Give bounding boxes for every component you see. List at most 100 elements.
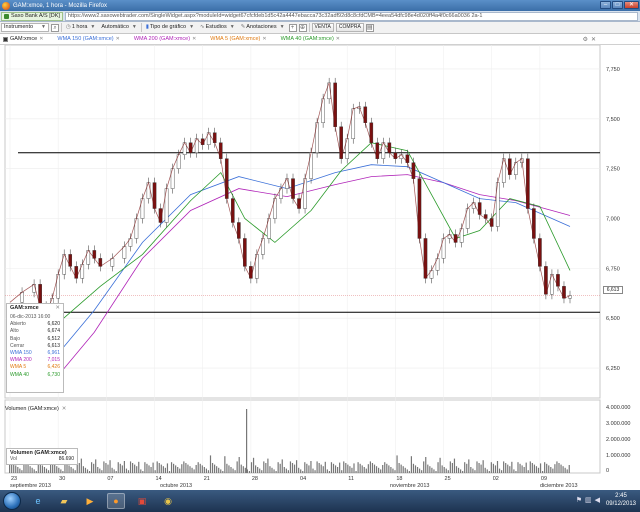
close-icon[interactable]: ✕ [62, 406, 67, 412]
candle-body [20, 292, 24, 303]
volume-bar [261, 470, 263, 473]
start-button[interactable] [3, 492, 21, 510]
volume-bar [556, 461, 558, 473]
volume-bar [103, 461, 105, 473]
site-identity-badge[interactable]: Saxo Bank A/S [DK] [1, 11, 63, 21]
close-icon[interactable]: ✕ [591, 36, 596, 43]
legend-label: WMA 40 (GAM:xmce) [280, 36, 334, 42]
buy-button[interactable]: COMPRA [335, 23, 364, 32]
url-field[interactable]: https://www2.saxowebtrader.com/SingleWid… [64, 11, 638, 21]
info-value: 6,961 [47, 350, 60, 357]
legend-item-wma40[interactable]: WMA 40 (GAM:xmce) ✕ [281, 36, 340, 42]
volume-bar [115, 471, 117, 473]
firefox-icon[interactable]: ● [107, 493, 125, 509]
annotations-select[interactable]: ✎ Anotaciones ▼ [239, 23, 287, 32]
y-tick-label: 6,250 [606, 366, 620, 372]
volume-bar [482, 460, 484, 473]
document-icon[interactable]: ▣ [133, 493, 151, 509]
info-value: 6,426 [47, 364, 60, 371]
info-value: 6,613 [47, 342, 60, 349]
legend-item-price[interactable]: GAM:xmce ✕ [3, 36, 43, 42]
print-icon[interactable]: ▤ [365, 23, 374, 32]
clock[interactable]: 2:45 09/12/2013 [606, 492, 636, 508]
interval-select[interactable]: ◷ 1 hora ▼ [64, 23, 97, 32]
volume-bar [195, 465, 197, 473]
chart-type-select[interactable]: ▮ Tipo de gráfico ▼ [144, 23, 196, 32]
volume-bar [154, 470, 156, 473]
volume-bar [273, 469, 275, 473]
maximize-icon[interactable]: □ [612, 1, 623, 9]
info-row: Abierto 6,620 [10, 321, 60, 328]
volume-tick-label: 1.000.000 [606, 453, 630, 459]
volume-bar [193, 469, 195, 473]
volume-bar [173, 463, 175, 473]
volume-bar [205, 468, 207, 473]
chevron-down-icon: ▼ [41, 24, 46, 30]
settings-icon[interactable]: ⚙ [583, 36, 588, 43]
remove-icon[interactable]: ✕ [39, 36, 43, 42]
x-tick-label: 21 [204, 476, 210, 482]
chrome-icon[interactable]: ◉ [159, 493, 177, 509]
remove-icon[interactable]: ✕ [192, 36, 196, 42]
lock-icon [4, 13, 9, 19]
sell-button[interactable]: VENTA [311, 23, 334, 32]
volume-bar [129, 461, 132, 473]
volume-bar [31, 467, 33, 473]
flag-icon[interactable]: ⚑ [576, 496, 582, 504]
volume-bar [478, 463, 480, 473]
price-chart[interactable]: 7,750 7,500 7,250 7,000 6,750 6,500 6,250 23 30 0… [0, 45, 640, 490]
legend-item-wma5[interactable]: WMA 5 (GAM:xmce) ✕ [210, 36, 266, 42]
volume-bar [419, 468, 421, 473]
volume-bar [382, 465, 384, 473]
remove-icon[interactable]: ✕ [116, 36, 120, 42]
legend-item-wma150[interactable]: WMA 150 (GAM:xmce) ✕ [57, 36, 119, 42]
volume-bar [158, 463, 160, 473]
volume-bar [539, 463, 542, 473]
volume-bar [501, 470, 503, 473]
volume-bar [423, 461, 425, 473]
window-titlebar[interactable]: GAM:xmce, 1 hora - Mozilla Firefox – □ ✕ [0, 0, 640, 11]
volume-bar [191, 467, 193, 473]
volume-bar [228, 465, 230, 473]
internet-explorer-icon[interactable]: e [29, 493, 47, 509]
interval-label: 1 hora [71, 24, 88, 30]
volume-bar [238, 457, 240, 473]
media-player-icon[interactable]: ▶ [81, 493, 99, 509]
volume-bar [322, 466, 324, 473]
automatic-select[interactable]: Automático ▼ [99, 23, 138, 32]
system-tray: ⚑ ▥ ◀ [576, 496, 600, 504]
price-panel-frame [4, 45, 601, 399]
volume-bar [19, 468, 21, 473]
network-icon[interactable]: ▥ [585, 496, 592, 504]
close-icon[interactable]: ✕ [624, 1, 639, 9]
crosshair-icon[interactable]: + [288, 23, 297, 32]
volume-bar [207, 470, 210, 473]
volume-bar [56, 466, 58, 473]
volume-bar [316, 461, 318, 473]
minimize-icon[interactable]: – [600, 1, 611, 9]
volume-panel-label[interactable]: Volumen (GAM:xmce) ✕ [5, 406, 66, 412]
volume-bar [318, 463, 320, 473]
instrument-select[interactable]: Instrumento ▼ [1, 23, 49, 32]
search-icon[interactable]: ⌕ [51, 23, 59, 32]
volume-bar [371, 463, 374, 473]
legend-label: GAM:xmce [10, 36, 38, 42]
volume-bar [566, 469, 568, 473]
volume-bar [494, 465, 497, 473]
remove-icon[interactable]: ✕ [262, 36, 266, 42]
divider [140, 23, 142, 32]
zoom-icon[interactable]: ⊕ [298, 23, 307, 32]
volume-bar [375, 466, 378, 473]
volume-bar [82, 466, 84, 473]
legend-item-wma200[interactable]: WMA 200 (GAM:xmce) ✕ [134, 36, 196, 42]
remove-icon[interactable]: ✕ [336, 36, 340, 42]
close-icon[interactable]: ✕ [55, 305, 60, 311]
volume-bar [386, 463, 388, 473]
volume-bar [21, 470, 23, 473]
x-month-label: octubre 2013 [160, 483, 192, 489]
volume-icon[interactable]: ◀ [595, 496, 600, 504]
volume-bar [9, 465, 11, 473]
folder-icon[interactable]: ▰ [55, 493, 73, 509]
volume-bar [457, 467, 460, 473]
studies-select[interactable]: ∿ Estudios ▼ [198, 23, 237, 32]
